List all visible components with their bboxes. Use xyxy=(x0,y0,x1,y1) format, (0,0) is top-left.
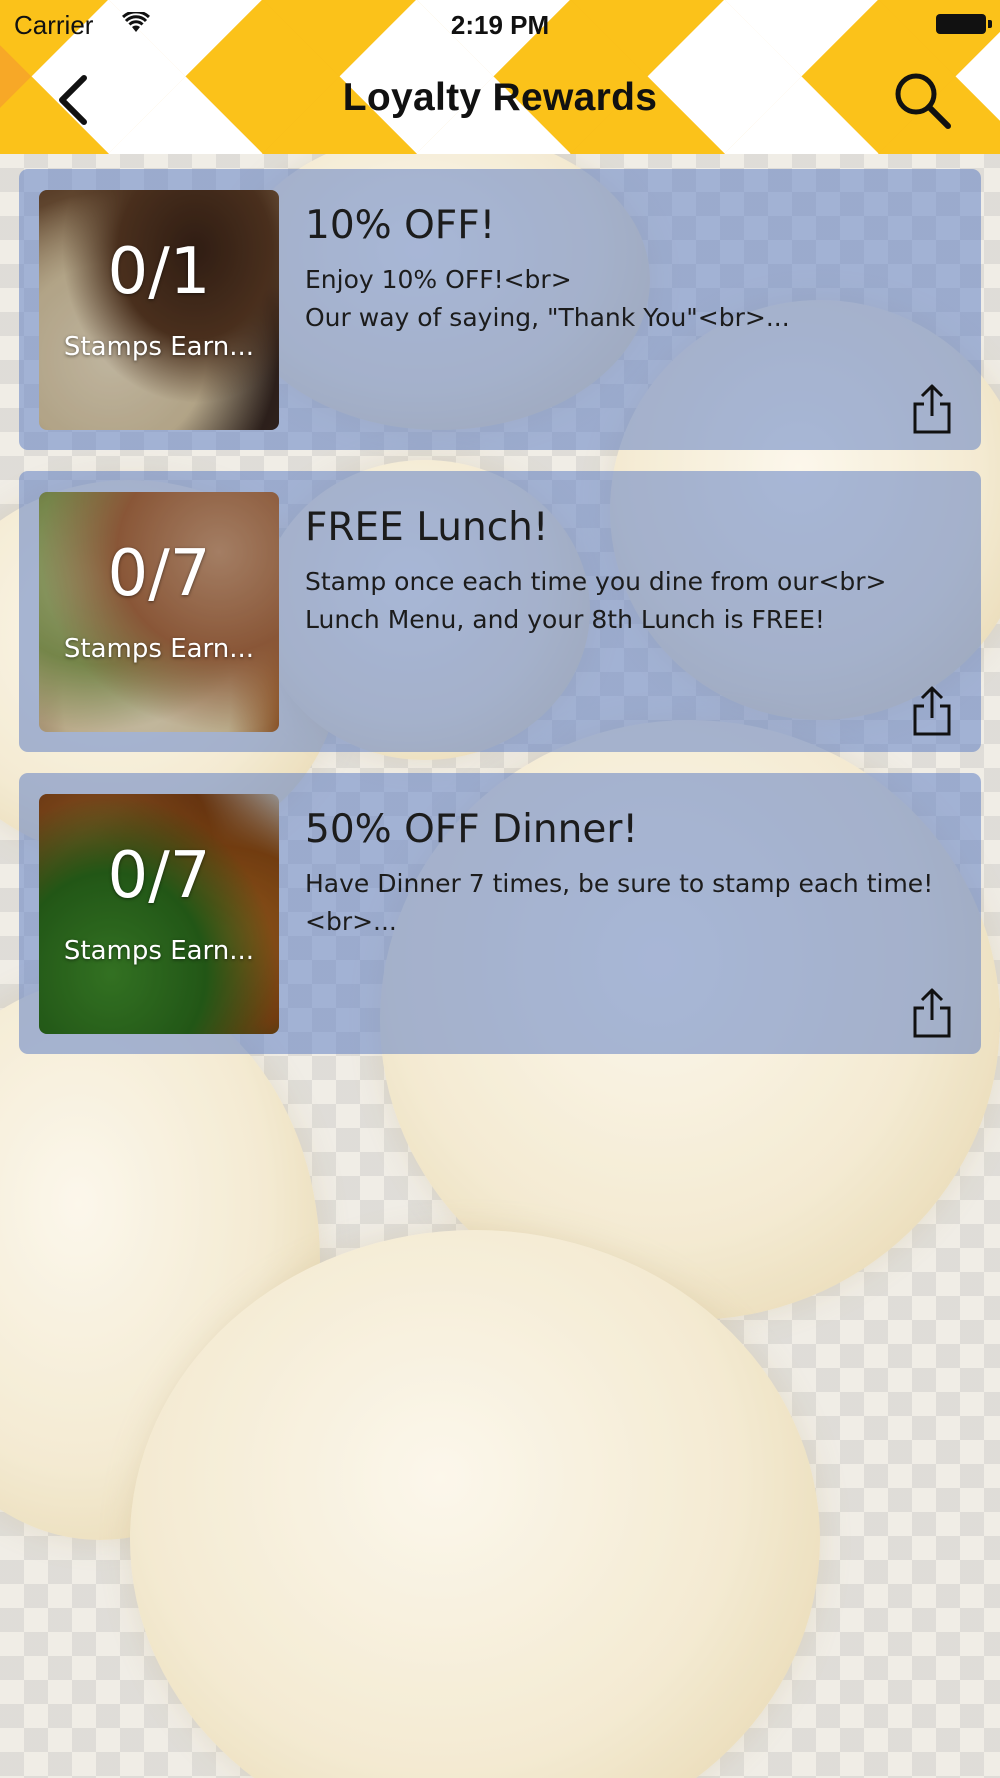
reward-card[interactable]: 0/7 Stamps Earn... FREE Lunch! Stamp onc… xyxy=(19,471,981,752)
share-button[interactable] xyxy=(909,382,955,436)
navigation-bar: Carrier 2:19 PM Loyalty Rewards xyxy=(0,0,1000,154)
status-time: 2:19 PM xyxy=(450,10,550,40)
page-title: Loyalty Rewards xyxy=(342,76,658,119)
reward-thumbnail: 0/7 Stamps Earn... xyxy=(39,794,279,1034)
reward-card[interactable]: 0/1 Stamps Earn... 10% OFF! Enjoy 10% OF… xyxy=(19,169,981,450)
stamp-label: Stamps Earn... xyxy=(63,936,255,966)
reward-card[interactable]: 0/7 Stamps Earn... 50% OFF Dinner! Have … xyxy=(19,773,981,1054)
share-button[interactable] xyxy=(909,986,955,1040)
stamp-count: 0/7 xyxy=(107,537,211,611)
reward-description: Have Dinner 7 times, be sure to stamp ea… xyxy=(305,869,934,936)
stamp-count: 0/1 xyxy=(107,235,211,309)
reward-title: 50% OFF Dinner! xyxy=(305,807,639,852)
rewards-list: 0/1 Stamps Earn... 10% OFF! Enjoy 10% OF… xyxy=(19,169,981,1075)
reward-title: FREE Lunch! xyxy=(305,505,549,550)
reward-description: Stamp once each time you dine from our<b… xyxy=(305,567,887,634)
stamp-label: Stamps Earn... xyxy=(63,634,255,664)
stamp-count: 0/7 xyxy=(107,839,211,913)
thumbnail-overlay xyxy=(39,492,279,732)
thumbnail-overlay xyxy=(39,190,279,430)
reward-title: 10% OFF! xyxy=(305,203,496,248)
stamp-label: Stamps Earn... xyxy=(63,332,255,362)
status-bar: Carrier 2:19 PM xyxy=(0,0,1000,50)
search-button[interactable] xyxy=(890,68,954,132)
reward-thumbnail: 0/7 Stamps Earn... xyxy=(39,492,279,732)
share-button[interactable] xyxy=(909,684,955,738)
share-icon xyxy=(913,686,951,736)
battery-icon xyxy=(936,14,992,34)
share-icon xyxy=(913,384,951,434)
thumbnail-overlay xyxy=(39,794,279,1034)
reward-description: Enjoy 10% OFF!<br> Our way of saying, "T… xyxy=(305,265,790,332)
search-icon xyxy=(895,73,951,129)
reward-thumbnail: 0/1 Stamps Earn... xyxy=(39,190,279,430)
share-icon xyxy=(913,988,951,1038)
